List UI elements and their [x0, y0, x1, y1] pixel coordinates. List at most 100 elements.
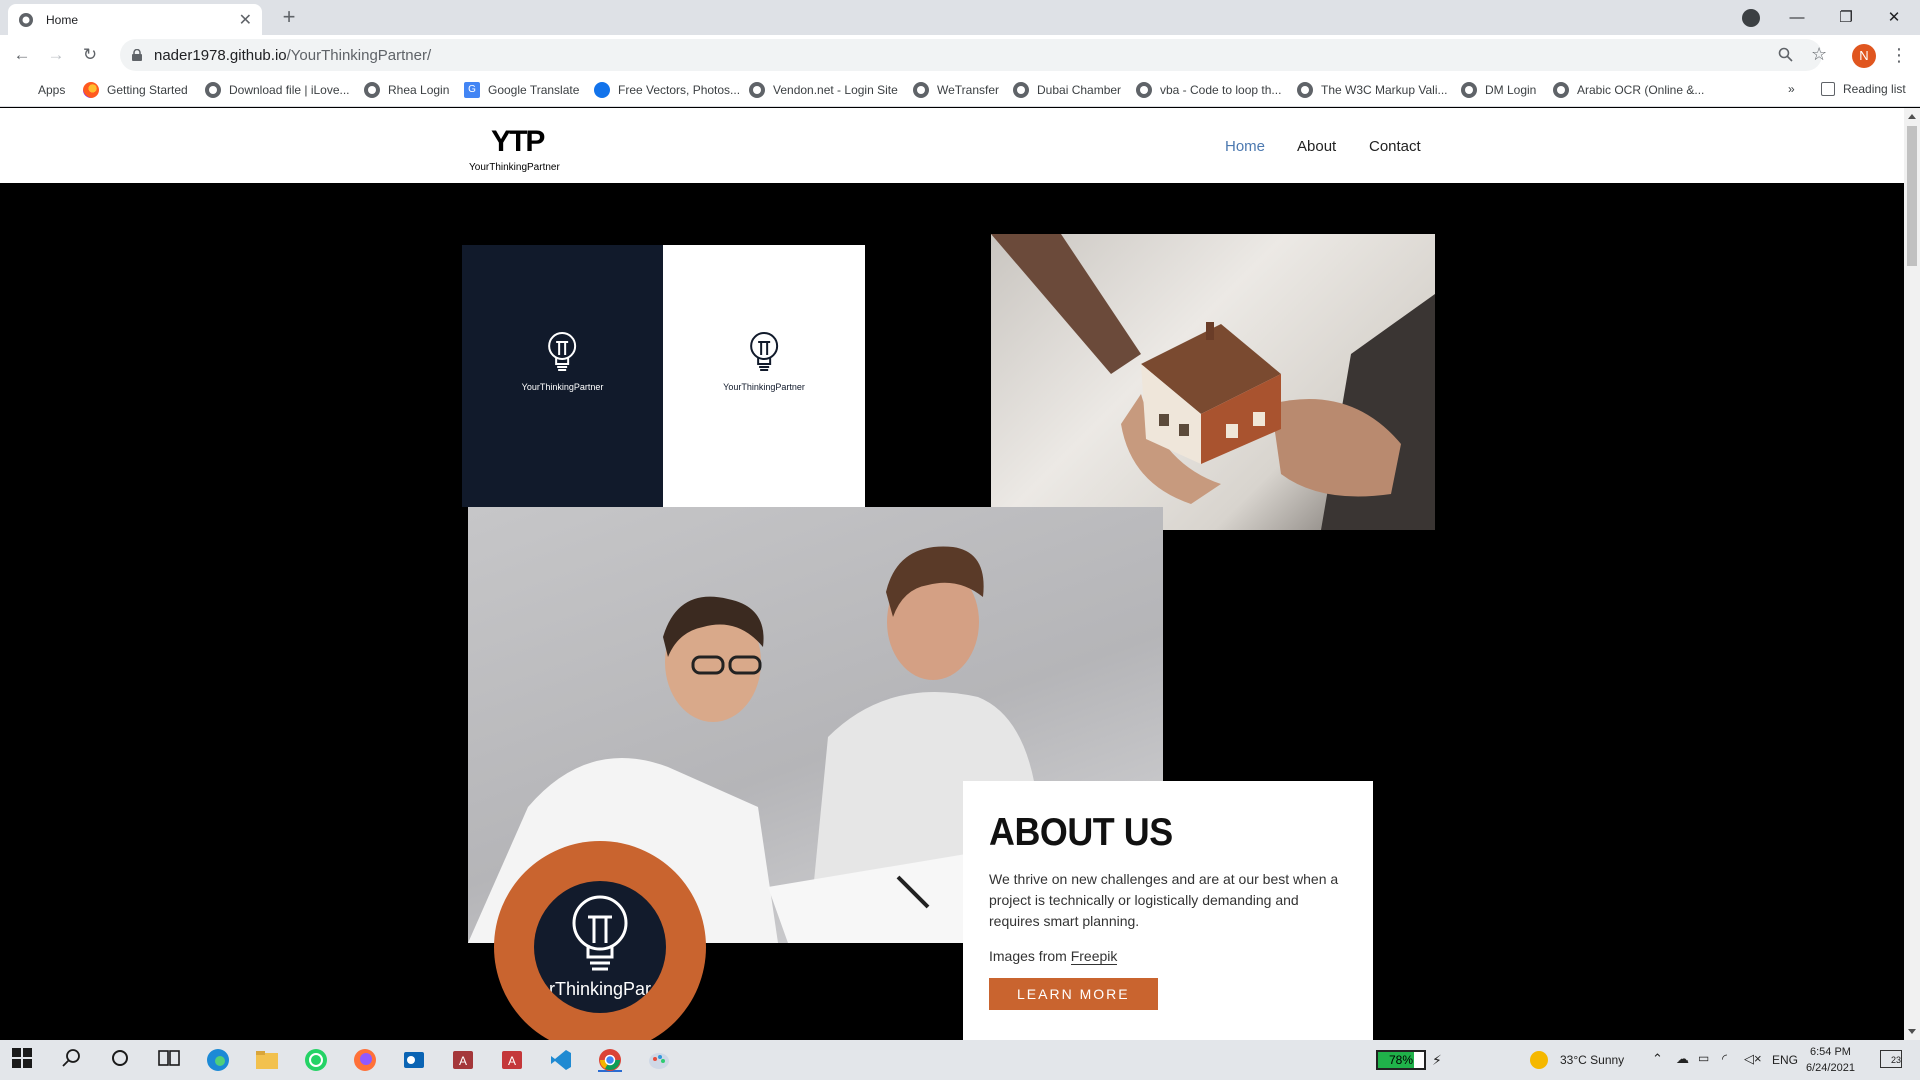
bookmark-item[interactable]: Free Vectors, Photos...: [594, 82, 740, 98]
scroll-up-arrow-icon[interactable]: [1908, 114, 1916, 119]
bookmark-item[interactable]: The W3C Markup Vali...: [1297, 82, 1447, 98]
freepik-link[interactable]: Freepik: [1070, 948, 1118, 965]
bookmark-label: Rhea Login: [388, 83, 450, 97]
image-credit: Images from Freepik: [989, 948, 1347, 965]
bookmark-item[interactable]: Download file | iLove...: [205, 82, 350, 98]
task-view-icon[interactable]: [158, 1048, 182, 1072]
about-card: ABOUT US We thrive on new challenges and…: [963, 781, 1373, 1040]
bookmark-item[interactable]: Rhea Login: [364, 82, 449, 98]
windows-start-icon[interactable]: [12, 1048, 36, 1072]
reload-icon[interactable]: ↻: [78, 43, 102, 67]
freepik-icon: [594, 82, 610, 98]
site-logo[interactable]: YTP YourThinkingPartner: [469, 126, 573, 178]
bookmarks-overflow-button[interactable]: »: [1788, 82, 1795, 96]
bookmark-label: Download file | iLove...: [229, 83, 350, 97]
bookmark-star-icon[interactable]: ☆: [1811, 44, 1827, 65]
page-viewport: YTP YourThinkingPartner Home About Conta…: [0, 108, 1904, 1040]
tab-title: Home: [46, 12, 79, 27]
bookmark-item[interactable]: Dubai Chamber: [1013, 82, 1121, 98]
bookmark-item[interactable]: Arabic OCR (Online &...: [1553, 82, 1704, 98]
menu-kebab-icon[interactable]: ⋮: [1890, 45, 1908, 66]
paint-icon[interactable]: [647, 1048, 671, 1072]
bookmark-item[interactable]: WeTransfer: [913, 82, 999, 98]
cortana-icon[interactable]: [110, 1048, 134, 1072]
bookmark-label: Arabic OCR (Online &...: [1577, 83, 1705, 97]
tab-search-icon[interactable]: [1742, 9, 1760, 27]
bookmark-item[interactable]: G Google Translate: [464, 82, 579, 98]
page-scrollbar[interactable]: [1904, 108, 1920, 1040]
wifi-icon[interactable]: ◜: [1722, 1051, 1727, 1067]
light-bulb-icon: [572, 895, 628, 971]
weather-text[interactable]: 33°C Sunny: [1560, 1053, 1624, 1067]
bookmark-item[interactable]: Getting Started: [83, 82, 188, 98]
close-window-button[interactable]: ✕: [1871, 4, 1917, 32]
edge-icon[interactable]: [206, 1048, 230, 1072]
whatsapp-icon[interactable]: [304, 1048, 328, 1072]
address-bar[interactable]: nader1978.github.io/YourThinkingPartner/: [120, 39, 1822, 71]
access-icon[interactable]: A: [500, 1048, 524, 1072]
profile-avatar[interactable]: N: [1852, 44, 1876, 68]
chrome-icon[interactable]: [598, 1048, 622, 1072]
bookmark-label: Free Vectors, Photos...: [618, 83, 741, 97]
translate-icon: G: [464, 82, 480, 98]
browser-toolbar: ← → ↻ nader1978.github.io/YourThinkingPa…: [0, 35, 1920, 75]
light-bulb-icon: [750, 332, 778, 371]
site-header: YTP YourThinkingPartner Home About Conta…: [0, 108, 1904, 183]
forward-arrow-icon[interactable]: →: [44, 43, 68, 67]
vscode-icon[interactable]: [549, 1048, 573, 1072]
house-illustration: [991, 234, 1435, 530]
close-tab-icon[interactable]: ✕: [239, 10, 252, 30]
bookmark-apps[interactable]: Apps: [14, 82, 65, 98]
bookmark-item[interactable]: DM Login: [1461, 82, 1536, 98]
bookmark-label: Apps: [38, 83, 66, 97]
notification-center-icon[interactable]: 23: [1880, 1050, 1902, 1068]
bookmark-label: Getting Started: [107, 83, 188, 97]
plug-icon: ⚡: [1432, 1052, 1442, 1068]
svg-text:A: A: [459, 1054, 467, 1068]
tray-expand-icon[interactable]: ⌃: [1652, 1051, 1663, 1067]
learn-more-button[interactable]: LEARN MORE: [989, 978, 1158, 1010]
firefox-icon[interactable]: [353, 1048, 377, 1072]
url-path: /YourThinkingPartner/: [286, 46, 432, 64]
brand-text-light: YourThinkingPartner: [521, 382, 604, 392]
nav-home[interactable]: Home: [1225, 138, 1265, 155]
globe-icon: [1013, 82, 1029, 98]
weather-sun-icon[interactable]: [1530, 1051, 1548, 1069]
minimize-button[interactable]: —: [1774, 4, 1820, 32]
logo-mark: YTP: [491, 125, 545, 158]
nav-contact[interactable]: Contact: [1369, 138, 1421, 155]
bookmark-item[interactable]: Vendon.net - Login Site: [749, 82, 898, 98]
system-clock[interactable]: 6:54 PM 6/24/2021: [1806, 1044, 1855, 1076]
bookmark-label: WeTransfer: [937, 83, 1000, 97]
access-icon[interactable]: A: [451, 1048, 475, 1072]
search-icon[interactable]: [62, 1048, 86, 1072]
apps-grid-icon: [14, 82, 30, 98]
bulb-logo-light: YourThinkingPartner: [723, 331, 805, 392]
light-bulb-icon: [548, 332, 577, 371]
brand-dark-panel: YourThinkingPartner: [462, 245, 663, 507]
network-adapter-icon[interactable]: ▭: [1698, 1051, 1709, 1065]
bookmark-label: Google Translate: [488, 83, 580, 97]
battery-indicator[interactable]: 78%: [1376, 1050, 1426, 1070]
globe-icon: [749, 82, 765, 98]
outlook-icon[interactable]: [402, 1048, 426, 1072]
house-photo: [991, 234, 1435, 530]
back-arrow-icon[interactable]: ←: [10, 43, 34, 67]
bookmark-item[interactable]: vba - Code to loop th...: [1136, 82, 1281, 98]
about-text: We thrive on new challenges and are at o…: [989, 871, 1339, 929]
file-explorer-icon[interactable]: [255, 1048, 279, 1072]
volume-muted-icon[interactable]: ◁×: [1744, 1051, 1762, 1067]
bookmarks-bar: Apps Getting Started Download file | iLo…: [0, 75, 1920, 107]
onedrive-icon[interactable]: ☁: [1676, 1051, 1689, 1067]
scroll-down-arrow-icon[interactable]: [1908, 1029, 1916, 1034]
browser-tab[interactable]: Home ✕: [8, 4, 262, 35]
nav-about[interactable]: About: [1297, 138, 1336, 155]
globe-icon: [205, 82, 221, 98]
scroll-thumb[interactable]: [1907, 126, 1917, 266]
url-host: nader1978.github.io: [154, 46, 287, 64]
new-tab-button[interactable]: +: [276, 5, 302, 31]
reading-list-button[interactable]: Reading list: [1821, 82, 1906, 96]
language-indicator[interactable]: ENG: [1772, 1053, 1798, 1067]
restore-button[interactable]: ❐: [1823, 4, 1869, 32]
zoom-icon[interactable]: [1778, 47, 1793, 67]
